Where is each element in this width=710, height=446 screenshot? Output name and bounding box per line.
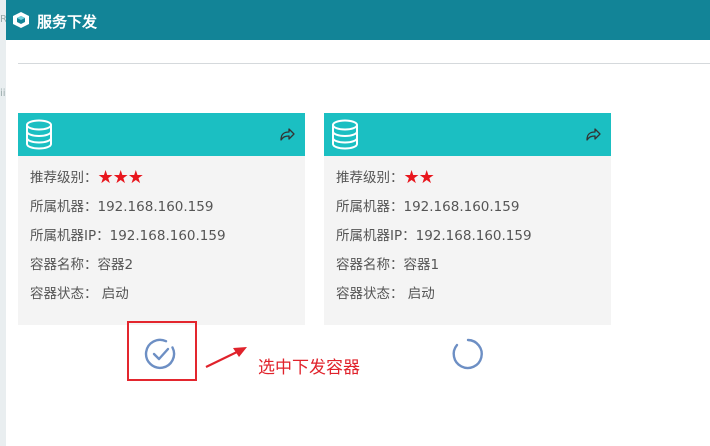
container-status-row: 容器状态： 启动 — [30, 286, 129, 302]
checked-circle-icon[interactable] — [144, 337, 178, 371]
machine-row: 所属机器：192.168.160.159 — [336, 199, 520, 215]
divider — [18, 63, 710, 64]
rating-stars: ★★★ — [97, 167, 144, 188]
background-window-edge: R ii — [0, 0, 7, 446]
share-icon[interactable] — [279, 126, 295, 142]
dialog-title: 服务下发 — [37, 13, 98, 31]
app-logo-icon — [13, 12, 29, 28]
container-status-row: 容器状态： 启动 — [336, 286, 435, 302]
database-icon — [26, 119, 52, 150]
rating-label: 推荐级别： — [30, 170, 98, 186]
container-name-row: 容器名称：容器1 — [336, 257, 440, 273]
rating-row: 推荐级别：★★★ — [30, 168, 305, 197]
rating-label: 推荐级别： — [336, 170, 404, 186]
dialog-titlebar: 服务下发 — [6, 0, 710, 40]
card-header — [18, 113, 305, 156]
container-card-2[interactable]: 推荐级别：★★★ 所属机器：192.168.160.159 所属机器IP：192… — [18, 113, 305, 325]
card-header — [324, 113, 611, 156]
share-icon[interactable] — [585, 126, 601, 142]
rating-row: 推荐级别：★★ — [336, 168, 611, 197]
background-text-fragment: ii — [0, 88, 6, 99]
annotation-text: 选中下发容器 — [258, 358, 360, 378]
container-card-1[interactable]: 推荐级别：★★ 所属机器：192.168.160.159 所属机器IP：192.… — [324, 113, 611, 325]
machine-ip-row: 所属机器IP：192.168.160.159 — [30, 228, 226, 244]
annotation-arrow-icon — [205, 347, 247, 368]
unchecked-circle-icon[interactable] — [451, 337, 485, 371]
database-icon — [332, 119, 358, 150]
rating-stars: ★★ — [403, 167, 435, 188]
machine-ip-row: 所属机器IP：192.168.160.159 — [336, 228, 532, 244]
container-name-row: 容器名称：容器2 — [30, 257, 134, 273]
machine-row: 所属机器：192.168.160.159 — [30, 199, 214, 215]
